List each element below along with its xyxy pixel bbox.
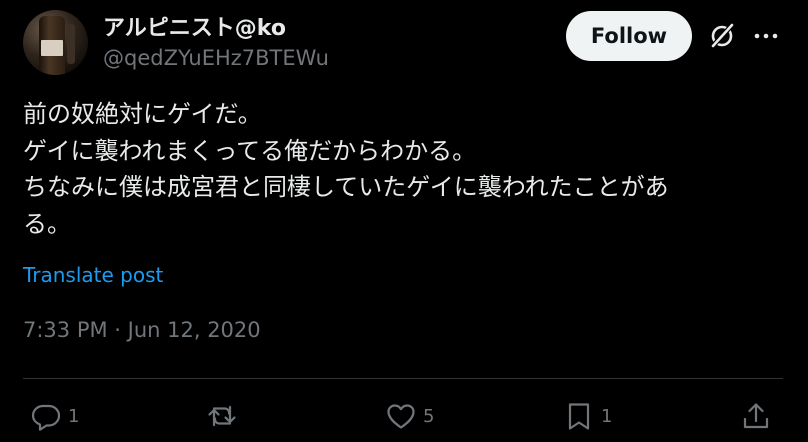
reply-button[interactable]: 1 (30, 398, 79, 434)
author-display-name[interactable]: アルピニスト@ko (103, 10, 286, 42)
retweet-icon (206, 400, 238, 432)
tweet-text-line: 前の奴絶対にゲイだ。 (23, 100, 262, 128)
post-timestamp[interactable]: 7:33 PM · Jun 12, 2020 (23, 318, 261, 342)
tweet-text: 前の奴絶対にゲイだ。 ゲイに襲われまくってる俺だからわかる。 ちなみに僕は成宮君… (23, 96, 793, 242)
reply-count: 1 (68, 405, 80, 427)
divider (23, 378, 783, 379)
bookmark-button[interactable]: 1 (563, 398, 612, 434)
follow-button[interactable]: Follow (566, 11, 692, 61)
bookmark-count: 1 (601, 405, 613, 427)
author-handle[interactable]: @qedZYuEHz7BTEWu (103, 46, 329, 70)
grok-icon[interactable] (708, 22, 736, 50)
avatar-glass-graphic (67, 24, 75, 64)
retweet-button[interactable] (206, 398, 244, 434)
translate-post-link[interactable]: Translate post (23, 263, 163, 287)
heart-icon (385, 400, 417, 432)
share-button[interactable] (740, 398, 772, 434)
tweet-text-line: ゲイに襲われまくってる俺だからわかる。 (23, 136, 477, 165)
avatar-bottle-label (41, 40, 63, 56)
more-icon[interactable] (754, 25, 778, 47)
like-count: 5 (423, 405, 435, 427)
avatar[interactable] (23, 10, 88, 75)
share-icon (740, 400, 772, 432)
reply-icon (30, 400, 62, 432)
like-button[interactable]: 5 (385, 398, 434, 434)
tweet-text-line: る。 (23, 209, 71, 238)
tweet-text-line: ちなみに僕は成宮君と同棲していたゲイに襲われたことがあ (23, 173, 669, 201)
bookmark-icon (563, 400, 595, 432)
